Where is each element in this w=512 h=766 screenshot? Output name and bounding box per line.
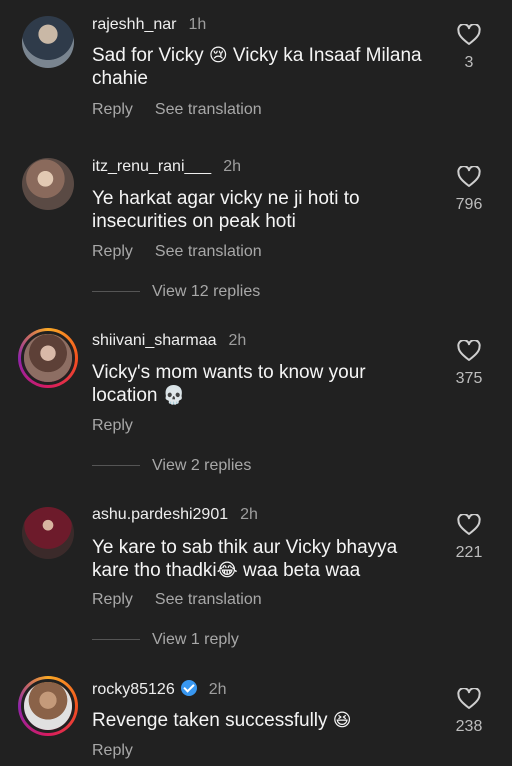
see-translation-button[interactable]: See translation (155, 243, 262, 260)
username[interactable]: shiivani_sharmaa (92, 332, 217, 349)
heart-outline-icon[interactable] (457, 24, 481, 46)
comment-text: Ye harkat agar vicky ne ji hoti to insec… (92, 188, 360, 232)
skull-emoji: 💀 (162, 385, 186, 406)
see-translation-button[interactable]: See translation (155, 591, 262, 608)
divider (92, 639, 140, 641)
timestamp: 2h (228, 332, 247, 349)
like-count: 238 (455, 718, 483, 735)
divider (92, 465, 140, 467)
avatar-story-ring[interactable] (18, 676, 78, 736)
divider (92, 291, 140, 293)
view-replies-button[interactable]: View 12 replies (92, 283, 260, 301)
like-count: 796 (455, 196, 483, 213)
avatar-story-ring[interactable] (18, 328, 78, 388)
username[interactable]: rajeshh_nar (92, 16, 177, 33)
like-count: 375 (455, 370, 483, 387)
username[interactable]: ashu.pardeshi2901 (92, 506, 228, 523)
reply-button[interactable]: Reply (92, 243, 133, 260)
username[interactable]: rocky85126 (92, 681, 175, 698)
heart-outline-icon[interactable] (457, 514, 481, 536)
comment-text: Ye kare to sab thik aur Vicky bhayya kar… (92, 537, 398, 581)
verified-badge-icon (180, 680, 197, 696)
grinning-squint-emoji: 😆 (332, 710, 352, 731)
reply-button[interactable]: Reply (92, 742, 133, 759)
avatar[interactable] (22, 16, 74, 68)
laughing-tears-emoji: 😂 (216, 560, 238, 581)
comment-text: Vicky's mom wants to know your location … (92, 362, 366, 406)
reply-button[interactable]: Reply (92, 417, 133, 434)
reply-button[interactable]: Reply (92, 101, 133, 118)
view-replies-button[interactable]: View 1 reply (92, 631, 239, 649)
username[interactable]: itz_renu_rani___ (92, 158, 211, 175)
avatar[interactable] (22, 158, 74, 210)
reply-button[interactable]: Reply (92, 591, 133, 608)
timestamp: 2h (223, 158, 241, 175)
see-translation-button[interactable]: See translation (155, 101, 262, 118)
like-count: 221 (455, 544, 483, 561)
comment-text: Revenge taken successfully 😆 (92, 710, 352, 731)
comment-text: Sad for Vicky 😢 Vicky ka Insaaf Milana c… (92, 45, 422, 89)
timestamp: 2h (208, 681, 227, 698)
heart-outline-icon[interactable] (457, 340, 481, 362)
like-count: 3 (464, 54, 474, 71)
heart-outline-icon[interactable] (457, 688, 481, 710)
timestamp: 2h (240, 506, 258, 523)
view-replies-button[interactable]: View 2 replies (92, 457, 251, 475)
heart-outline-icon[interactable] (457, 166, 481, 188)
avatar[interactable] (22, 507, 74, 559)
timestamp: 1h (188, 16, 207, 33)
crying-emoji: 😢 (208, 45, 228, 66)
